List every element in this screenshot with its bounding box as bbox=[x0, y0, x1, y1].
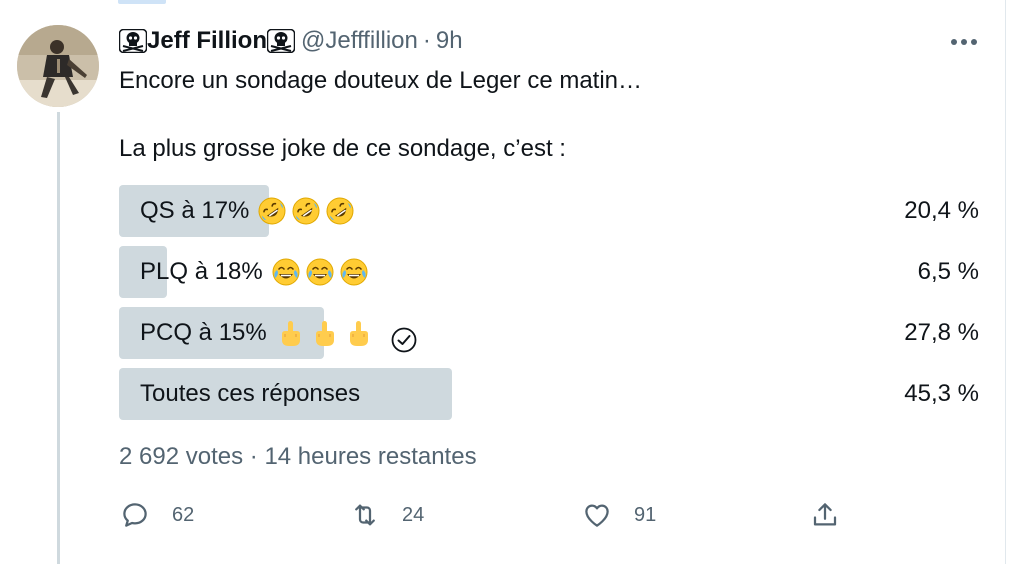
poll-option-label: QS à 17% bbox=[140, 185, 355, 237]
share-icon bbox=[813, 503, 837, 526]
separator: · bbox=[249, 443, 258, 470]
face-with-tears-of-joy-icon bbox=[271, 257, 369, 287]
check-circle-icon bbox=[391, 320, 417, 353]
more-icon[interactable] bbox=[948, 32, 980, 52]
tweet-text: Encore un sondage douteux de Leger ce ma… bbox=[119, 64, 643, 162]
poll-option-percent: 20,4 % bbox=[904, 197, 979, 224]
poll-meta: 2 692 votes · 14 heures restantes bbox=[119, 443, 477, 471]
tweet-header: Jeff Fillion @Jefffillion · 9h bbox=[118, 26, 463, 56]
skull-crossbones-icon bbox=[118, 28, 148, 54]
thread-line bbox=[57, 112, 60, 564]
poll-option-percent: 27,8 % bbox=[904, 319, 979, 346]
poll-option[interactable]: QS à 17% 20,4 % bbox=[119, 185, 981, 237]
avatar[interactable] bbox=[17, 25, 99, 107]
tweet-text-line: La plus grosse joke de ce sondage, c’est… bbox=[119, 135, 566, 162]
timestamp[interactable]: 9h bbox=[436, 27, 463, 55]
poll-option-label: PLQ à 18% bbox=[140, 246, 369, 298]
reply-button[interactable]: 62 bbox=[120, 498, 194, 532]
poll-option-percent: 6,5 % bbox=[917, 258, 979, 285]
retweet-icon bbox=[355, 504, 375, 526]
like-count: 91 bbox=[634, 503, 657, 526]
share-button[interactable] bbox=[810, 498, 840, 532]
user-handle[interactable]: @Jefffillion bbox=[301, 27, 418, 55]
poll-option-label: PCQ à 15% bbox=[140, 307, 417, 359]
poll-option-label: Toutes ces réponses bbox=[140, 368, 360, 420]
poll-option-text: Toutes ces réponses bbox=[140, 380, 361, 407]
poll-option-percent: 45,3 % bbox=[904, 380, 979, 407]
poll-option[interactable]: PLQ à 18% 6,5 % bbox=[119, 246, 981, 298]
tweet-text-line: Encore un sondage douteux de Leger ce ma… bbox=[119, 67, 643, 94]
column-border bbox=[1005, 0, 1006, 564]
poll-option-text: PLQ à 18% bbox=[140, 258, 263, 285]
time-remaining: 14 heures restantes bbox=[264, 443, 477, 470]
poll-option[interactable]: Toutes ces réponses 45,3 % bbox=[119, 368, 981, 420]
reply-count: 62 bbox=[172, 503, 195, 526]
middle-finger-icon bbox=[275, 318, 373, 348]
skull-crossbones-icon bbox=[266, 28, 296, 54]
separator: · bbox=[422, 27, 431, 54]
rolling-on-floor-laughing-icon bbox=[257, 196, 355, 226]
poll-option-text: QS à 17% bbox=[140, 197, 250, 224]
poll-option-text: PCQ à 15% bbox=[140, 319, 267, 346]
poll-option[interactable]: PCQ à 15% 27,8 % bbox=[119, 307, 981, 359]
top-highlight bbox=[118, 0, 166, 4]
display-name[interactable]: Jeff Fillion bbox=[147, 27, 267, 55]
retweet-count: 24 bbox=[402, 503, 425, 526]
like-icon bbox=[585, 504, 609, 527]
vote-count: 2 692 votes bbox=[119, 443, 244, 470]
reply-icon bbox=[123, 503, 147, 527]
retweet-button[interactable]: 24 bbox=[350, 498, 424, 532]
like-button[interactable]: 91 bbox=[582, 498, 656, 532]
